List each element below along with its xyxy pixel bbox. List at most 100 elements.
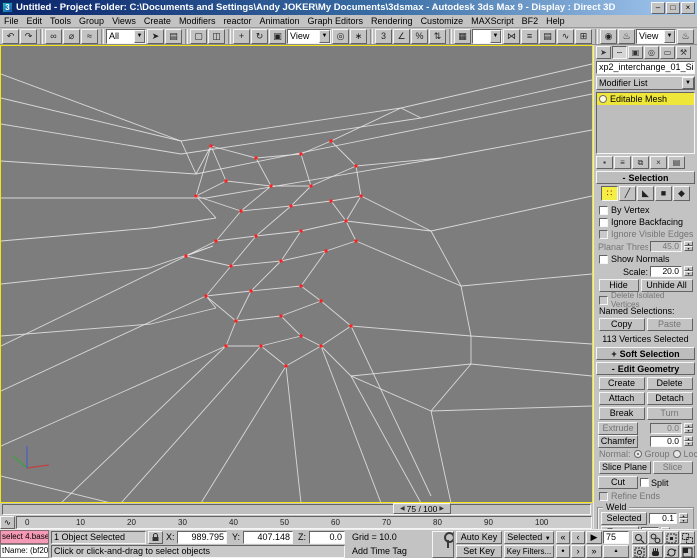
chevron-down-icon[interactable]: ▼ <box>664 29 675 43</box>
next-frame-button[interactable]: › <box>571 545 585 558</box>
checkbox[interactable] <box>599 205 608 215</box>
min-max-toggle-icon[interactable] <box>680 545 695 558</box>
slice-plane-button[interactable]: Slice Plane <box>598 461 651 474</box>
undo-icon[interactable]: ↶ <box>2 28 19 44</box>
scale-spinner[interactable]: ▴ ▾ <box>684 266 693 277</box>
zoom-all-icon[interactable] <box>648 531 663 544</box>
minimize-button[interactable]: – <box>651 1 665 14</box>
rectangular-selection-region-icon[interactable]: ▢ <box>190 28 207 44</box>
mirror-icon[interactable]: ⋈ <box>503 28 520 44</box>
menu-graph-editors[interactable]: Graph Editors <box>304 16 368 26</box>
key-mode-toggle-button[interactable]: • <box>556 545 570 558</box>
edit-named-selections-icon[interactable]: ▦ <box>454 28 471 44</box>
polygon-mode-icon[interactable]: ■ <box>655 186 672 201</box>
checkbox[interactable] <box>599 217 608 227</box>
delete-button[interactable]: Delete <box>646 377 693 390</box>
lock-selection-icon[interactable] <box>148 531 163 544</box>
menu-reactor[interactable]: reactor <box>219 16 255 26</box>
modifier-list-dropdown[interactable]: Modifier List ▼ <box>596 76 695 90</box>
copy-button[interactable]: Copy <box>598 318 645 331</box>
schematic-view-icon[interactable]: ⊞ <box>575 28 592 44</box>
menu-customize[interactable]: Customize <box>417 16 468 26</box>
selection-set-dropdown[interactable]: Selected ▼ <box>504 531 554 544</box>
chamfer-field[interactable]: 0.0 <box>650 436 682 447</box>
curve-editor-icon[interactable]: ∿ <box>557 28 574 44</box>
y-coordinate-field[interactable]: 407.148 <box>243 531 293 544</box>
window-crossing-icon[interactable]: ◫ <box>208 28 225 44</box>
detach-button[interactable]: Detach <box>646 392 693 405</box>
tab-display[interactable]: ▭ <box>660 46 675 59</box>
ignore-backfacing-checkbox[interactable]: Ignore Backfacing <box>596 216 695 228</box>
z-coordinate-field[interactable]: 0.0 <box>309 531 345 544</box>
maximize-button[interactable]: □ <box>666 1 680 14</box>
render-scene-icon[interactable]: ♨ <box>618 28 635 44</box>
tab-motion[interactable]: ◎ <box>644 46 659 59</box>
maxscript-listener-line[interactable]: tName: (bf20b <box>0 544 49 558</box>
menu-tools[interactable]: Tools <box>46 16 75 26</box>
menu-help[interactable]: Help <box>542 16 569 26</box>
scale-field[interactable]: 20.0 <box>650 266 682 277</box>
tab-hierarchy[interactable]: ▣ <box>628 46 643 59</box>
select-object-icon[interactable]: ➤ <box>147 28 164 44</box>
soft-selection-rollout-header[interactable]: + Soft Selection <box>596 347 695 360</box>
menu-rendering[interactable]: Rendering <box>367 16 417 26</box>
selection-rollout-header[interactable]: - Selection <box>596 171 695 184</box>
chevron-down-icon[interactable]: ▼ <box>134 29 145 43</box>
zoom-icon[interactable] <box>632 531 647 544</box>
zoom-extents-all-icon[interactable] <box>680 531 695 544</box>
close-button[interactable]: × <box>681 1 695 14</box>
reference-coordinate-dropdown[interactable]: View ▼ <box>287 28 331 44</box>
menu-views[interactable]: Views <box>108 16 140 26</box>
region-zoom-icon[interactable] <box>632 545 647 558</box>
chamfer-button[interactable]: Chamfer <box>598 435 638 448</box>
edit-geometry-rollout-header[interactable]: - Edit Geometry <box>596 362 695 375</box>
menu-animation[interactable]: Animation <box>255 16 303 26</box>
set-key-button[interactable]: Set Key <box>456 545 502 558</box>
menu-file[interactable]: File <box>0 16 23 26</box>
spinner-snap-icon[interactable]: ⇅ <box>429 28 446 44</box>
next-frame-arrow-icon[interactable]: ▶ <box>439 505 444 512</box>
select-and-scale-icon[interactable]: ▣ <box>269 28 286 44</box>
pin-stack-icon[interactable]: ▪ <box>596 156 613 169</box>
chamfer-spinner[interactable]: ▴ ▾ <box>684 436 693 447</box>
snap-toggle-icon[interactable]: 3 <box>375 28 392 44</box>
create-button[interactable]: Create <box>598 377 645 390</box>
zoom-extents-icon[interactable] <box>664 531 679 544</box>
time-slider[interactable]: ◀ 75 / 100 ▶ <box>0 503 593 516</box>
track-bar-ruler[interactable]: 0 10 20 30 40 50 60 70 80 90 100 <box>16 516 592 529</box>
current-frame-field[interactable]: 75 <box>603 531 629 544</box>
previous-frame-arrow-icon[interactable]: ◀ <box>400 505 405 512</box>
align-icon[interactable]: ≡ <box>521 28 538 44</box>
viewport[interactable] <box>0 45 593 503</box>
spinner-down-icon[interactable]: ▾ <box>684 271 693 276</box>
visibility-bulb-icon[interactable] <box>599 95 607 103</box>
key-filters-button[interactable]: Key Filters... <box>504 545 554 558</box>
spinner-down-icon[interactable]: ▾ <box>679 518 688 523</box>
menu-create[interactable]: Create <box>140 16 175 26</box>
x-coordinate-field[interactable]: 989.795 <box>177 531 227 544</box>
menu-modifiers[interactable]: Modifiers <box>175 16 220 26</box>
tab-create[interactable]: ➤ <box>596 46 611 59</box>
bind-to-space-warp-icon[interactable]: ≈ <box>81 28 98 44</box>
frame-spinner[interactable]: ▴ <box>603 545 629 558</box>
add-time-tag[interactable]: Add Time Tag <box>352 546 407 556</box>
selection-filter-dropdown[interactable]: All ▼ <box>106 28 146 44</box>
track-bar[interactable]: ∿ 0 10 20 30 40 50 60 70 80 90 100 <box>0 516 593 529</box>
named-selection-dropdown[interactable]: ▼ <box>472 28 502 44</box>
time-slider-handle[interactable]: ◀ 75 / 100 ▶ <box>393 503 451 514</box>
configure-modifier-sets-icon[interactable]: ▤ <box>668 156 685 169</box>
auto-key-button[interactable]: Auto Key <box>456 531 502 544</box>
quick-render-icon[interactable]: ♨ <box>677 28 694 44</box>
percent-snap-icon[interactable]: % <box>411 28 428 44</box>
menu-edit[interactable]: Edit <box>23 16 47 26</box>
show-end-result-icon[interactable]: ≡ <box>614 156 631 169</box>
show-normals-checkbox[interactable]: Show Normals <box>596 253 695 265</box>
arc-rotate-icon[interactable] <box>664 545 679 558</box>
select-and-manipulate-icon[interactable]: ∗ <box>350 28 367 44</box>
chevron-down-icon[interactable]: ▼ <box>319 29 330 43</box>
material-editor-icon[interactable]: ◉ <box>600 28 617 44</box>
checkbox[interactable] <box>599 254 608 264</box>
stack-item-editable-mesh[interactable]: Editable Mesh <box>597 93 694 105</box>
split-checkbox[interactable] <box>640 478 649 487</box>
redo-icon[interactable]: ↷ <box>20 28 37 44</box>
